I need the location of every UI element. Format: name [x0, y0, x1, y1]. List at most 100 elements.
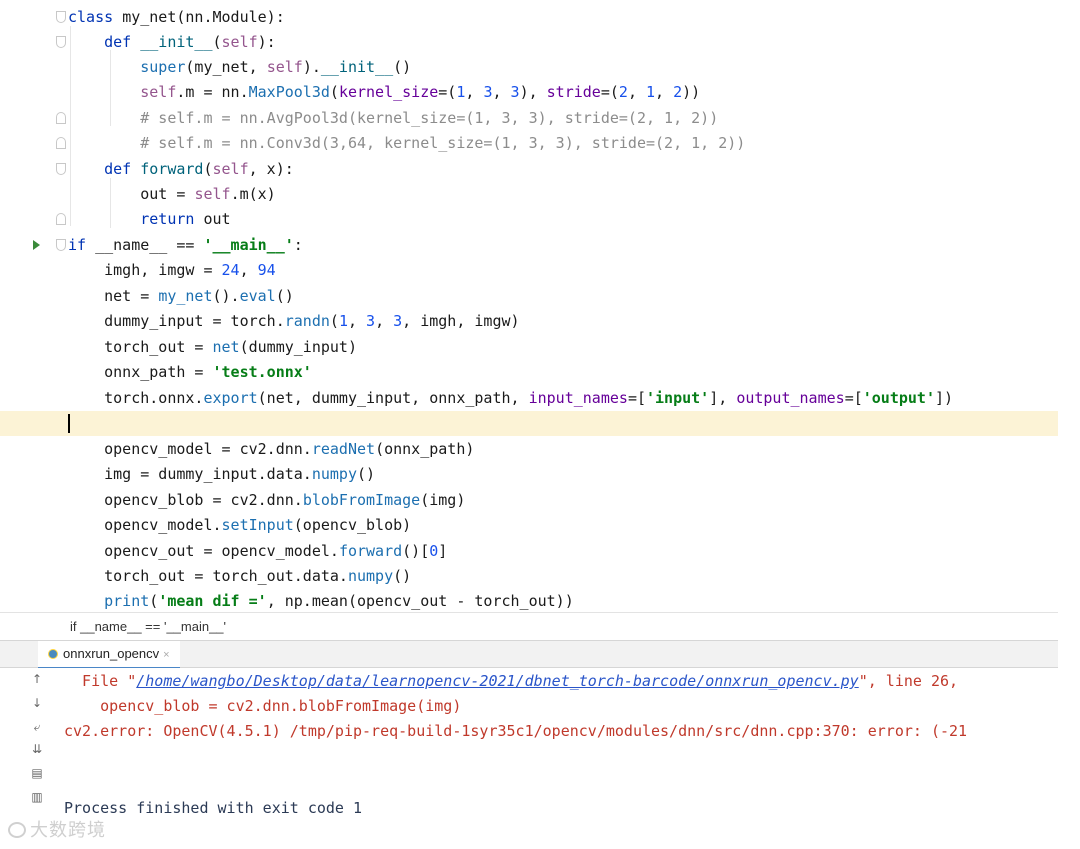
- code-token: (dummy_input): [239, 338, 357, 356]
- code-token: imgh, imgw =: [68, 261, 222, 279]
- code-line[interactable]: [0, 411, 1058, 436]
- code-token: 3: [393, 312, 403, 330]
- fold-marker-icon[interactable]: [56, 213, 66, 225]
- code-token: super: [140, 58, 186, 76]
- code-line-text: self.m = nn.MaxPool3d(kernel_size=(1, 3,…: [68, 80, 700, 105]
- code-token: readNet: [311, 440, 376, 458]
- code-token: opencv_out = opencv_model.: [68, 542, 339, 560]
- code-token: ()[: [402, 542, 430, 560]
- code-token: 24: [221, 261, 240, 279]
- code-token: , np.mean(opencv_out - torch_out)): [266, 592, 574, 610]
- code-token: (: [329, 312, 339, 330]
- fold-marker-icon[interactable]: [56, 137, 66, 149]
- fold-marker-icon[interactable]: [56, 112, 66, 124]
- code-token: opencv_model.: [68, 516, 222, 534]
- code-line-text: opencv_blob = cv2.dnn.blobFromImage(img): [68, 488, 465, 513]
- code-line[interactable]: return out: [0, 207, 1058, 232]
- trash-icon[interactable]: ▥: [30, 790, 44, 804]
- code-line[interactable]: class my_net(nn.Module):: [0, 5, 1058, 30]
- code-token: kernel_size: [338, 83, 439, 101]
- run-console[interactable]: ↑ ↓ ⤶ ⇊ ▤ ▥ File "/home/wangbo/Desktop/d…: [0, 668, 1058, 824]
- run-arrow-icon[interactable]: [33, 240, 40, 250]
- code-token: ),: [519, 83, 547, 101]
- code-token: self: [212, 160, 249, 178]
- code-line[interactable]: torch.onnx.export(net, dummy_input, onnx…: [0, 386, 1058, 411]
- code-line-text: out = self.m(x): [68, 182, 275, 207]
- code-line[interactable]: opencv_model = cv2.dnn.readNet(onnx_path…: [0, 437, 1058, 462]
- code-line[interactable]: torch_out = torch_out.data.numpy(): [0, 564, 1058, 589]
- code-line[interactable]: img = dummy_input.data.numpy(): [0, 462, 1058, 487]
- code-token: =[: [627, 389, 646, 407]
- code-line[interactable]: # self.m = nn.Conv3d(3,64, kernel_size=(…: [0, 131, 1058, 156]
- print-icon[interactable]: ▤: [30, 766, 44, 780]
- code-line[interactable]: super(my_net, self).__init__(): [0, 55, 1058, 80]
- fold-marker-icon[interactable]: [56, 163, 66, 175]
- code-token: ):: [257, 33, 276, 51]
- fold-marker-icon[interactable]: [56, 36, 66, 48]
- code-line-text: if __name__ == '__main__':: [68, 233, 303, 258]
- code-token: 'output': [862, 389, 935, 407]
- code-token: if: [68, 236, 96, 254]
- code-token: (my_net,: [185, 58, 267, 76]
- code-line[interactable]: dummy_input = torch.randn(1, 3, 3, imgh,…: [0, 309, 1058, 334]
- code-line[interactable]: def __init__(self):: [0, 30, 1058, 55]
- code-line-text: # self.m = nn.AvgPool3d(kernel_size=(1, …: [68, 106, 718, 131]
- code-token: ().: [212, 287, 240, 305]
- code-line[interactable]: print('mean dif =', np.mean(opencv_out -…: [0, 589, 1058, 614]
- code-line-text: opencv_model = cv2.dnn.readNet(onnx_path…: [68, 437, 474, 462]
- code-token: (): [275, 287, 294, 305]
- code-token: input_names: [528, 389, 628, 407]
- code-token: torch_out = torch_out.data.: [68, 567, 348, 585]
- code-token: ,: [492, 83, 511, 101]
- run-tool-window-tabs: onnxrun_opencv ×: [0, 640, 1058, 669]
- code-line[interactable]: imgh, imgw = 24, 94: [0, 258, 1058, 283]
- code-line-text: opencv_out = opencv_model.forward()[0]: [68, 539, 447, 564]
- code-line-text: dummy_input = torch.randn(1, 3, 3, imgh,…: [68, 309, 519, 334]
- code-editor[interactable]: class my_net(nn.Module): def __init__(se…: [0, 0, 1080, 612]
- code-line[interactable]: opencv_model.setInput(opencv_blob): [0, 513, 1058, 538]
- code-token: self: [140, 83, 177, 101]
- code-line[interactable]: net = my_net().eval(): [0, 284, 1058, 309]
- scroll-down-icon[interactable]: ↓: [30, 696, 44, 710]
- code-token: onnx_path =: [68, 363, 213, 381]
- console-file-line: File "/home/wangbo/Desktop/data/learnope…: [64, 669, 958, 694]
- scroll-up-icon[interactable]: ↑: [30, 672, 44, 686]
- code-line-text: print('mean dif =', np.mean(opencv_out -…: [68, 589, 574, 614]
- code-line[interactable]: if __name__ == '__main__':: [0, 233, 1058, 258]
- code-token: setInput: [221, 516, 294, 534]
- code-token: self: [266, 58, 303, 76]
- code-token: eval: [239, 287, 276, 305]
- text-caret: [68, 414, 70, 433]
- fold-marker-icon[interactable]: [56, 239, 66, 251]
- code-line-text: imgh, imgw = 24, 94: [68, 258, 276, 283]
- breadcrumb[interactable]: if __name__ == '__main__': [0, 612, 1058, 640]
- code-token: def: [104, 33, 141, 51]
- code-line[interactable]: opencv_out = opencv_model.forward()[0]: [0, 539, 1058, 564]
- code-line[interactable]: self.m = nn.MaxPool3d(kernel_size=(1, 3,…: [0, 80, 1058, 105]
- code-token: opencv_blob = cv2.dnn.: [68, 491, 303, 509]
- scroll-to-end-icon[interactable]: ⇊: [30, 742, 44, 756]
- file-path-link[interactable]: /home/wangbo/Desktop/data/learnopencv-20…: [136, 672, 858, 690]
- code-line[interactable]: torch_out = net(dummy_input): [0, 335, 1058, 360]
- fold-marker-icon[interactable]: [56, 11, 66, 23]
- code-token: net =: [68, 287, 159, 305]
- code-line[interactable]: def forward(self, x):: [0, 157, 1058, 182]
- code-token: __name__ ==: [95, 236, 204, 254]
- close-icon[interactable]: ×: [163, 649, 169, 661]
- soft-wrap-icon[interactable]: ⤶: [30, 720, 44, 734]
- code-line[interactable]: # self.m = nn.AvgPool3d(kernel_size=(1, …: [0, 106, 1058, 131]
- code-token: randn: [284, 312, 330, 330]
- tab-onnxrun-opencv[interactable]: onnxrun_opencv ×: [38, 641, 180, 669]
- code-token: (: [212, 33, 222, 51]
- code-line[interactable]: opencv_blob = cv2.dnn.blobFromImage(img): [0, 488, 1058, 513]
- code-line[interactable]: out = self.m(x): [0, 182, 1058, 207]
- code-token: , x):: [248, 160, 294, 178]
- code-line-text: onnx_path = 'test.onnx': [68, 360, 312, 385]
- code-token: .m = nn.: [176, 83, 249, 101]
- breadcrumb-label[interactable]: if __name__ == '__main__': [70, 619, 226, 634]
- code-line[interactable]: onnx_path = 'test.onnx': [0, 360, 1058, 385]
- code-token: ,: [239, 261, 258, 279]
